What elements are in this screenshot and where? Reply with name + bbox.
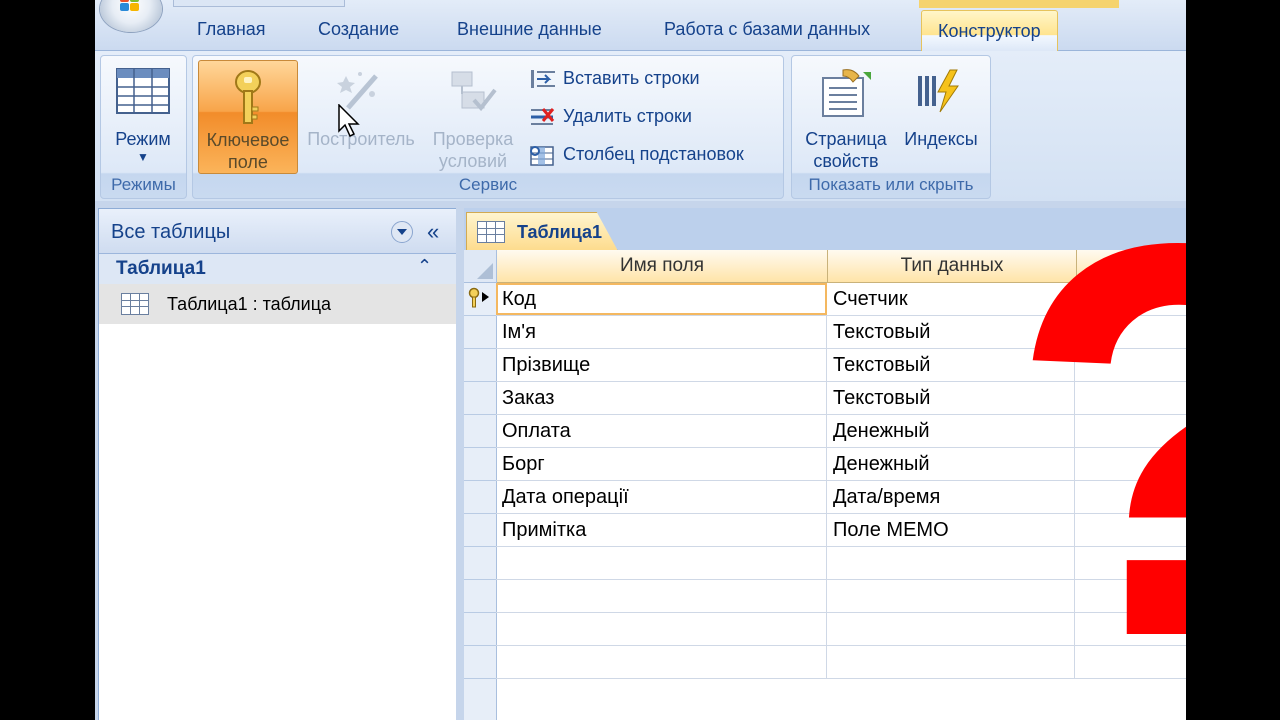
tab-design[interactable]: Конструктор [921,10,1058,51]
indexes-label: Индексы [904,129,978,149]
row-selector[interactable] [464,646,496,679]
row-selector[interactable] [464,349,496,382]
test-validation-button[interactable]: Проверка условий [423,60,523,172]
row-selector[interactable] [464,415,496,448]
builder-label: Построитель [307,129,415,149]
field-name-cell[interactable]: Оплата [496,415,827,447]
table-icon [121,293,149,315]
document-tab-label: Таблица1 [517,222,603,242]
nav-item-table1[interactable]: Таблица1 : таблица [99,284,456,324]
row-selector[interactable] [464,448,496,481]
field-name-cell[interactable] [496,580,827,612]
field-name-cell[interactable]: Ім'я [496,316,827,348]
test-validation-label-line2: условий [438,151,508,171]
document-tab-table1[interactable]: Таблица1 [466,212,618,251]
field-name-cell[interactable]: Код [496,283,827,315]
field-name-cell[interactable] [496,613,827,645]
mouse-cursor-icon [338,104,360,138]
nav-pane-header[interactable]: Все таблицы « [99,209,456,254]
property-sheet-label-line1: Страница [805,129,887,149]
property-sheet-button[interactable]: Страница свойств [796,60,896,172]
nav-group-collapse-icon[interactable]: ⌃ [417,256,432,277]
key-icon [235,70,261,124]
group-tools: Ключевое поле Построитель Проверка условий [192,55,784,199]
row-selector[interactable] [464,316,496,349]
group-tools-label: Сервис [458,175,518,194]
row-selector[interactable] [464,283,496,316]
column-header-field-name[interactable]: Имя поля [497,250,828,283]
field-name-cell[interactable] [496,547,827,579]
field-name-cell[interactable]: Прізвище [496,349,827,381]
field-name-cell[interactable]: Борг [496,448,827,480]
primary-key-label-line2: поле [228,152,268,172]
tab-external-data[interactable]: Внешние данные [457,19,602,40]
nav-item-label: Таблица1 : таблица [167,294,332,314]
insert-rows-icon [531,70,555,88]
nav-pane-collapse-icon[interactable]: « [427,219,439,245]
row-selector[interactable] [464,382,496,415]
navigation-pane: Все таблицы « Таблица1 ⌃ Таблица1 : табл… [98,208,457,720]
office-logo-icon [120,0,140,12]
insert-rows-label: Вставить строки [563,68,700,88]
nav-group-title: Таблица1 [116,258,206,279]
property-sheet-label-line2: свойств [813,151,879,171]
office-button[interactable] [100,0,162,32]
quick-access-toolbar [173,0,345,7]
field-name-cell[interactable]: Заказ [496,382,827,414]
primary-key-button[interactable]: Ключевое поле [198,60,298,174]
group-show-hide: Страница свойств Индексы Показать или скр… [791,55,991,199]
nav-pane-menu-dropdown-icon[interactable] [391,221,413,243]
lookup-column-icon [530,146,554,166]
field-name-cell[interactable]: Примітка [496,514,827,546]
question-mark-overlay: ? [1007,160,1186,720]
lookup-column-label: Столбец подстановок [563,144,744,164]
group-show-hide-label: Показать или скрыть [808,175,974,194]
tab-database-tools[interactable]: Работа с базами данных [664,19,870,40]
field-name-cell[interactable] [496,646,827,678]
tab-home[interactable]: Главная [197,19,266,40]
datasheet-view-icon [116,68,170,114]
group-views-label: Режимы [111,175,176,194]
primary-key-label-line1: Ключевое [206,130,290,150]
nav-group-header[interactable]: Таблица1 ⌃ [99,254,456,284]
access-window: Главная Создание Внешние данные Работа с… [95,0,1186,720]
row-selector[interactable] [464,580,496,613]
tab-create[interactable]: Создание [318,19,399,40]
row-selector[interactable] [464,514,496,547]
indexes-lightning-icon [918,69,959,113]
row-selector[interactable] [464,547,496,580]
pane-splitter[interactable] [456,208,464,720]
field-name-cell[interactable]: Дата операції [496,481,827,513]
table-icon [477,221,505,243]
primary-key-icon [468,287,489,308]
delete-rows-label: Удалить строки [563,106,692,126]
validation-check-icon [451,71,497,112]
row-selector[interactable] [464,613,496,646]
select-all-corner[interactable] [464,250,496,283]
ribbon-tab-bar: Главная Создание Внешние данные Работа с… [95,0,1186,51]
indexes-button[interactable]: Индексы [898,60,984,172]
contextual-tab-strip [919,0,1119,8]
test-validation-label-line1: Проверка [432,129,514,149]
builder-button[interactable]: Построитель [301,60,421,172]
chevron-down-icon: ▼ [137,150,149,164]
view-button-label: Режим [115,129,171,149]
nav-pane-title: Все таблицы [111,221,231,243]
property-sheet-icon [822,69,871,117]
group-views: Режим ▼ Режимы [100,55,187,199]
view-button[interactable]: Режим ▼ [103,60,183,172]
row-selector[interactable] [464,481,496,514]
delete-rows-icon [531,108,555,125]
